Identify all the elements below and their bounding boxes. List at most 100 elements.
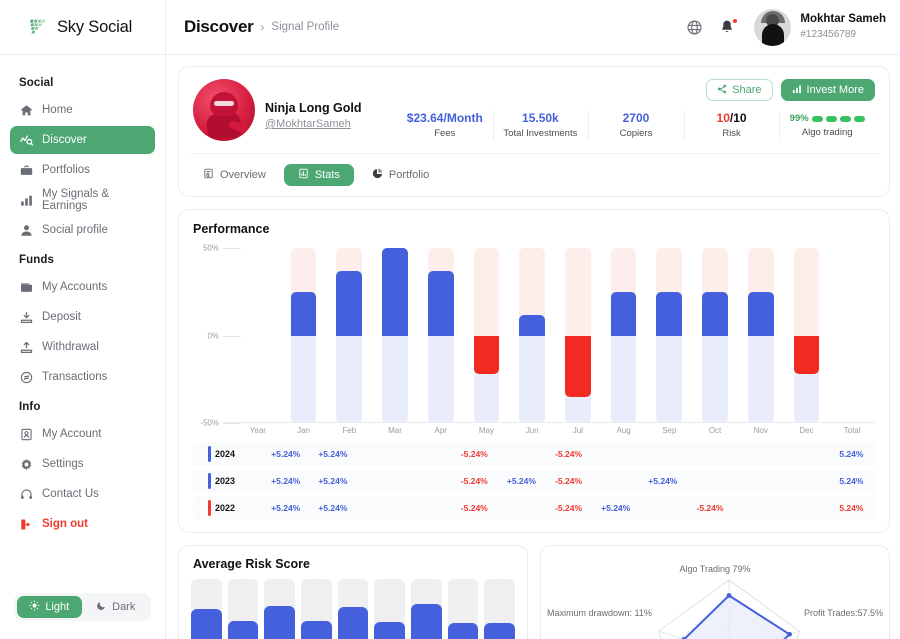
column-header: Feb <box>342 426 357 435</box>
sidebar-item-withdrawal[interactable]: Withdrawal <box>10 333 155 361</box>
stat-label: Copiers <box>619 128 653 140</box>
row-year: 2022 <box>215 503 236 513</box>
sidebar-item-portfolios[interactable]: Portfolios <box>10 156 155 184</box>
sidebar-item-my-account[interactable]: My Account <box>10 420 155 448</box>
tab-portfolio[interactable]: Portfolio <box>358 164 443 186</box>
chart-bar-column <box>281 248 327 423</box>
tab-stats[interactable]: Stats <box>283 164 354 186</box>
table-row[interactable]: 2023 +5.24% +5.24% -5.24% +5.24% -5.24% +5.24%… <box>193 469 875 493</box>
radar-chart: Algo Trading 79% Maximum drawdown: 11% P… <box>541 546 889 639</box>
sidebar-item-label: Withdrawal <box>42 341 99 353</box>
row-total: 5.24% <box>839 449 864 459</box>
app-root: Sky Social Social Home Discover Portfoli… <box>0 0 900 639</box>
overview-doc-icon <box>203 168 214 182</box>
theme-dark-label: Dark <box>112 601 136 613</box>
risk-bar-fill <box>447 622 479 639</box>
sidebar-item-sign-out[interactable]: Sign out <box>10 510 155 538</box>
sidebar: Sky Social Social Home Discover Portfoli… <box>0 0 166 639</box>
stat-algo-trading: 99% Algo trading <box>779 112 875 139</box>
theme-light-label: Light <box>45 601 70 613</box>
column-header: Total <box>843 426 861 435</box>
sidebar-item-transactions[interactable]: Transactions <box>10 363 155 391</box>
invest-more-button[interactable]: Invest More <box>780 79 875 101</box>
chart-track-negative <box>382 335 408 423</box>
row-cell: -5.24% <box>460 449 488 459</box>
sidebar-item-label: Sign out <box>42 518 88 530</box>
chart-track-negative <box>656 335 683 423</box>
logo[interactable]: Sky Social <box>0 0 165 55</box>
main-area: Discover › Signal Profile Mokhtar Sameh <box>166 0 900 639</box>
sidebar-item-label: My Accounts <box>42 281 108 293</box>
content-scroll[interactable]: Ninja Long Gold @MokhtarSameh Share Inve… <box>166 55 900 639</box>
chart-bar-column <box>738 248 784 423</box>
row-cell: -5.24% <box>555 449 583 459</box>
tab-label: Portfolio <box>388 169 430 181</box>
row-cell: -5.24% <box>460 503 488 513</box>
row-cell: +5.24% <box>318 449 348 459</box>
sidebar-item-home[interactable]: Home <box>10 96 155 124</box>
nav-section-funds: Funds <box>19 254 54 266</box>
tab-overview[interactable]: Overview <box>189 164 280 186</box>
risk-bar-fill <box>301 621 332 639</box>
stat-risk: 10/10 Risk <box>683 110 780 141</box>
theme-dark-button[interactable]: Dark <box>84 596 149 618</box>
sidebar-item-label: My Signals & Earnings <box>42 188 110 212</box>
sidebar-item-settings[interactable]: Settings <box>10 450 155 478</box>
chart-bar-positive <box>519 314 545 336</box>
chart-bar-column <box>692 248 738 423</box>
y-axis-tick <box>223 423 241 424</box>
risk-bar-fill <box>264 605 296 639</box>
row-total: 5.24% <box>839 503 864 513</box>
sidebar-item-my-accounts[interactable]: My Accounts <box>10 273 155 301</box>
risk-bar-track <box>447 579 479 639</box>
bell-icon[interactable] <box>719 17 739 36</box>
row-cell: +5.24% <box>271 449 301 459</box>
radar-card: Algo Trading 79% Maximum drawdown: 11% P… <box>540 545 890 639</box>
chart-column-headers: Year Jan Feb Mar Apr May Jun Jul Aug Sep Oct Nov Dec… <box>193 423 875 442</box>
headset-icon <box>19 487 33 501</box>
row-cell: +5.24% <box>318 476 348 486</box>
sidebar-item-my-signals-earnings[interactable]: My Signals & Earnings <box>10 186 155 214</box>
sidebar-item-discover[interactable]: Discover <box>10 126 155 154</box>
row-accent <box>208 473 211 489</box>
performance-table: 2024 +5.24% +5.24% -5.24% -5.24% 5.24% 2023 +5.… <box>179 442 889 520</box>
risk-bar-fill <box>411 603 442 639</box>
table-row[interactable]: 2022 +5.24% +5.24% -5.24% -5.24% +5.24% -5.24%… <box>193 496 875 520</box>
sidebar-item-label: My Account <box>42 428 102 440</box>
sidebar-item-label: Deposit <box>42 311 81 323</box>
risk-bar-track <box>264 579 296 639</box>
theme-toggle[interactable]: Light Dark <box>14 593 151 621</box>
topbar-actions: Mokhtar Sameh #123456789 <box>686 8 886 46</box>
globe-icon[interactable] <box>686 19 703 36</box>
sidebar-item-label: Contact Us <box>42 488 99 500</box>
sidebar-item-contact-us[interactable]: Contact Us <box>10 480 155 508</box>
invest-label: Invest More <box>806 84 864 96</box>
pie-chart-icon <box>372 168 383 182</box>
signal-handle[interactable]: @MokhtarSameh <box>265 118 389 130</box>
share-button[interactable]: Share <box>706 79 773 101</box>
radar-svg <box>658 579 800 639</box>
chart-bar-negative <box>793 335 820 374</box>
user-menu[interactable]: Mokhtar Sameh #123456789 <box>754 8 886 46</box>
user-icon <box>19 223 33 237</box>
row-year: 2024 <box>215 449 236 459</box>
profile-actions: Share Invest More <box>706 79 875 101</box>
theme-light-button[interactable]: Light <box>17 596 82 618</box>
performance-chart: 50% 0% -50% <box>193 244 875 428</box>
sidebar-item-deposit[interactable]: Deposit <box>10 303 155 331</box>
breadcrumb-main[interactable]: Discover <box>184 17 254 37</box>
chart-track-negative <box>610 335 637 423</box>
row-cell: +5.24% <box>601 503 631 513</box>
user-id: #123456789 <box>800 29 856 40</box>
table-row[interactable]: 2024 +5.24% +5.24% -5.24% -5.24% 5.24% <box>193 442 875 466</box>
row-cell: -5.24% <box>555 476 583 486</box>
sidebar-item-label: Social profile <box>42 224 108 236</box>
algo-meter: 99% <box>782 112 872 126</box>
sidebar-item-label: Portfolios <box>42 164 90 176</box>
performance-card: Performance 50% 0% -50% Year Jan Feb Mar Apr Ma… <box>178 209 890 533</box>
sidebar-item-social-profile[interactable]: Social profile <box>10 216 155 244</box>
chart-bar-column <box>555 248 601 423</box>
gear-icon <box>19 457 33 471</box>
row-cell: +5.24% <box>271 503 301 513</box>
stat-fees: $23.64/Month Fees <box>397 110 493 141</box>
